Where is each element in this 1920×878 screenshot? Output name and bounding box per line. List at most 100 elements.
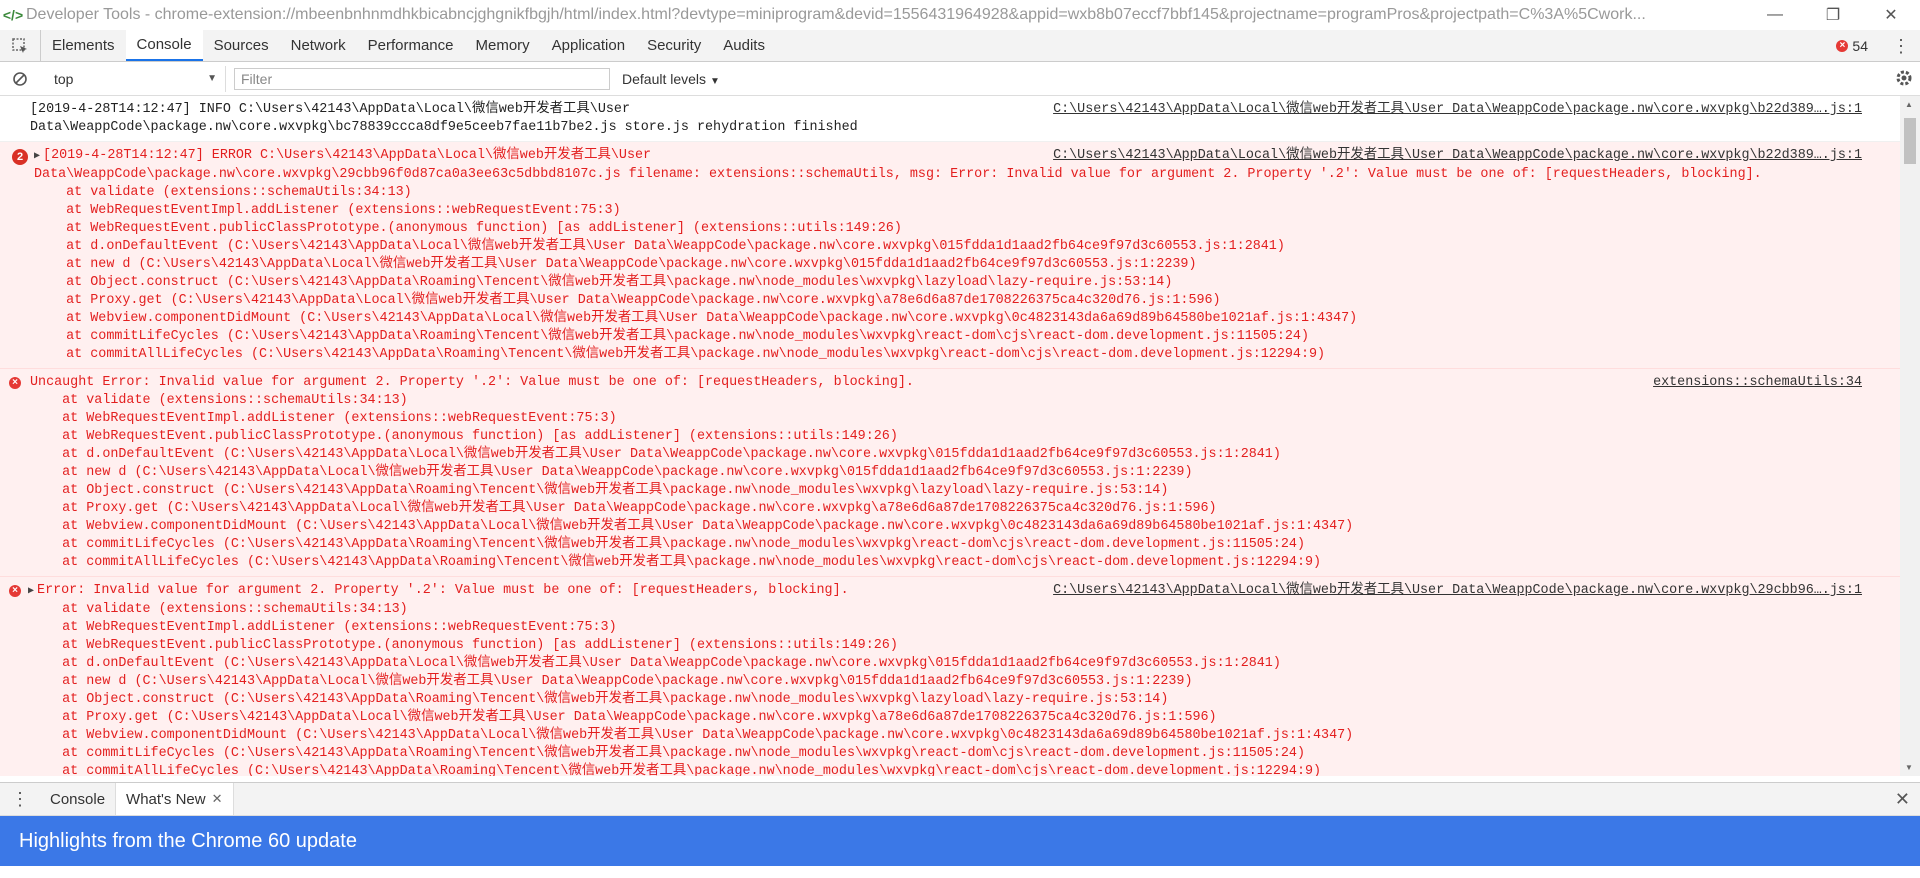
drawer-menu-icon[interactable]: ⋮ — [0, 789, 40, 810]
stack-line: at Webview.componentDidMount (C:\Users\4… — [0, 310, 1900, 328]
line-text: at new d (C:\Users\42143\AppData\Local\微… — [30, 465, 1193, 480]
stack-line: at WebRequestEvent.publicClassPrototype.… — [0, 220, 1900, 238]
customize-menu-icon[interactable]: ⋮ — [1892, 30, 1910, 62]
line-text: Data\WeappCode\package.nw\core.wxvpkg\29… — [34, 167, 1762, 182]
line-text: at commitAllLifeCycles (C:\Users\42143\A… — [30, 555, 1322, 570]
devtools-tabbar: Elements Console Sources Network Performance… — [0, 30, 1920, 62]
line-text: at new d (C:\Users\42143\AppData\Local\微… — [34, 257, 1197, 272]
error-message: × C:\Users\42143\AppData\Local\微信web开发者工具… — [0, 577, 1900, 776]
log-levels-dropdown[interactable]: Default levels ▼ — [622, 71, 720, 87]
chevron-down-icon: ▼ — [709, 75, 720, 87]
stack-line: at WebRequestEvent.publicClassPrototype.… — [0, 428, 1900, 446]
tab-elements[interactable]: Elements — [41, 30, 126, 61]
drawer-tab-console[interactable]: Console — [40, 783, 115, 815]
tab-application[interactable]: Application — [541, 30, 636, 61]
source-link[interactable]: C:\Users\42143\AppData\Local\微信web开发者工具\… — [1053, 147, 1862, 165]
error-count: 54 — [1852, 38, 1868, 54]
line-text: Data\WeappCode\package.nw\core.wxvpkg\bc… — [30, 120, 858, 135]
log-levels-label: Default levels — [622, 70, 707, 87]
line-text: at commitLifeCycles (C:\Users\42143\AppD… — [30, 537, 1305, 552]
stack-line: at new d (C:\Users\42143\AppData\Local\微… — [0, 673, 1900, 691]
filter-placeholder: Filter — [241, 70, 273, 87]
line-text: Error: Invalid value for argument 2. Pro… — [37, 583, 849, 598]
repeat-count-badge: 2 — [12, 149, 28, 165]
line-text: at validate (extensions::schemaUtils:34:… — [30, 393, 408, 408]
line-text: at Webview.componentDidMount (C:\Users\4… — [34, 311, 1358, 326]
banner-title: Highlights from the Chrome 60 update — [19, 829, 357, 852]
line-text: at commitAllLifeCycles (C:\Users\42143\A… — [34, 347, 1326, 362]
line-text: at commitLifeCycles (C:\Users\42143\AppD… — [34, 329, 1309, 344]
expand-triangle-icon[interactable]: ▶ — [28, 583, 34, 601]
context-value: top — [54, 70, 74, 87]
line-text: at Object.construct (C:\Users\42143\AppD… — [34, 275, 1173, 290]
restore-icon[interactable]: ❐ — [1804, 0, 1862, 30]
line-text: at d.onDefaultEvent (C:\Users\42143\AppD… — [34, 239, 1285, 254]
line-text: at new d (C:\Users\42143\AppData\Local\微… — [30, 674, 1193, 689]
context-selector[interactable]: top ▼ — [40, 65, 226, 92]
line-text: at Webview.componentDidMount (C:\Users\4… — [30, 728, 1354, 743]
line-text: at WebRequestEventImpl.addListener (exte… — [30, 411, 617, 426]
source-link[interactable]: C:\Users\42143\AppData\Local\微信web开发者工具\… — [1053, 101, 1862, 119]
line-text: at commitAllLifeCycles (C:\Users\42143\A… — [30, 764, 1322, 776]
minimize-icon[interactable]: — — [1746, 0, 1804, 30]
stack-line: at Proxy.get (C:\Users\42143\AppData\Loc… — [0, 292, 1900, 310]
line-text: at Proxy.get (C:\Users\42143\AppData\Loc… — [34, 293, 1221, 308]
stack-line: at new d (C:\Users\42143\AppData\Local\微… — [0, 464, 1900, 482]
stack-line: at WebRequestEventImpl.addListener (exte… — [0, 410, 1900, 428]
stack-line: at commitLifeCycles (C:\Users\42143\AppD… — [0, 745, 1900, 763]
stack-line: at Object.construct (C:\Users\42143\AppD… — [0, 274, 1900, 292]
whats-new-banner: Highlights from the Chrome 60 update — [0, 816, 1920, 866]
drawer-tab-whats-new[interactable]: What's New ✕ — [115, 783, 234, 815]
filter-input[interactable]: Filter — [234, 67, 610, 90]
line-text: at Webview.componentDidMount (C:\Users\4… — [30, 519, 1354, 534]
line-text: at validate (extensions::schemaUtils:34:… — [34, 185, 412, 200]
close-tab-icon[interactable]: ✕ — [212, 791, 223, 807]
line-text: at WebRequestEvent.publicClassPrototype.… — [30, 429, 898, 444]
tab-sources[interactable]: Sources — [203, 30, 280, 61]
line-text: at WebRequestEventImpl.addListener (exte… — [30, 620, 617, 635]
error-icon: × — [1836, 40, 1849, 52]
expand-triangle-icon[interactable]: ▶ — [34, 148, 40, 166]
error-counter[interactable]: × 54 — [1836, 30, 1868, 62]
gear-icon[interactable] — [1894, 68, 1914, 92]
stack-line: at Webview.componentDidMount (C:\Users\4… — [0, 518, 1900, 536]
stack-line: at WebRequestEventImpl.addListener (exte… — [0, 619, 1900, 637]
clear-console-icon[interactable] — [0, 71, 40, 87]
line-text: at Object.construct (C:\Users\42143\AppD… — [30, 483, 1169, 498]
tab-console[interactable]: Console — [125, 30, 203, 61]
stack-line: at validate (extensions::schemaUtils:34:… — [0, 392, 1900, 410]
close-drawer-icon[interactable]: ✕ — [1895, 789, 1910, 810]
scrollbar[interactable]: ▲ ▼ — [1900, 96, 1920, 776]
scroll-down-icon[interactable]: ▼ — [1905, 763, 1913, 772]
window-title: Developer Tools - chrome-extension://mbe… — [26, 6, 1646, 23]
tab-performance[interactable]: Performance — [357, 30, 465, 61]
window-controls: — ❐ ✕ — [1746, 0, 1920, 30]
tab-security[interactable]: Security — [636, 30, 712, 61]
close-icon[interactable]: ✕ — [1862, 0, 1920, 30]
stack-line: at WebRequestEventImpl.addListener (exte… — [0, 202, 1900, 220]
scroll-up-icon[interactable]: ▲ — [1905, 100, 1913, 109]
source-link[interactable]: C:\Users\42143\AppData\Local\微信web开发者工具\… — [1053, 582, 1862, 600]
stack-line: at Object.construct (C:\Users\42143\AppD… — [0, 691, 1900, 709]
inspect-element-icon[interactable] — [0, 30, 41, 61]
devtools-logo-icon: </> — [2, 7, 24, 23]
stack-line: at commitLifeCycles (C:\Users\42143\AppD… — [0, 536, 1900, 554]
window-titlebar: </> Developer Tools - chrome-extension:/… — [0, 0, 1920, 30]
source-link[interactable]: extensions::schemaUtils:34 — [1653, 374, 1862, 392]
stack-line: at commitAllLifeCycles (C:\Users\42143\A… — [0, 346, 1900, 364]
stack-line: at d.onDefaultEvent (C:\Users\42143\AppD… — [0, 655, 1900, 673]
info-message: C:\Users\42143\AppData\Local\微信web开发者工具\… — [0, 96, 1900, 142]
console-messages: C:\Users\42143\AppData\Local\微信web开发者工具\… — [0, 96, 1900, 776]
tab-memory[interactable]: Memory — [465, 30, 541, 61]
line-text: at d.onDefaultEvent (C:\Users\42143\AppD… — [30, 656, 1281, 671]
scrollbar-thumb[interactable] — [1904, 118, 1916, 164]
stack-line: at validate (extensions::schemaUtils:34:… — [0, 601, 1900, 619]
tab-network[interactable]: Network — [280, 30, 357, 61]
stack-line: at commitAllLifeCycles (C:\Users\42143\A… — [0, 763, 1900, 776]
tab-audits[interactable]: Audits — [712, 30, 776, 61]
line-text: at Object.construct (C:\Users\42143\AppD… — [30, 692, 1169, 707]
stack-line: at d.onDefaultEvent (C:\Users\42143\AppD… — [0, 446, 1900, 464]
stack-line: at Object.construct (C:\Users\42143\AppD… — [0, 482, 1900, 500]
stack-line: Data\WeappCode\package.nw\core.wxvpkg\29… — [0, 166, 1900, 184]
drawer-tab-label: Console — [50, 790, 106, 808]
